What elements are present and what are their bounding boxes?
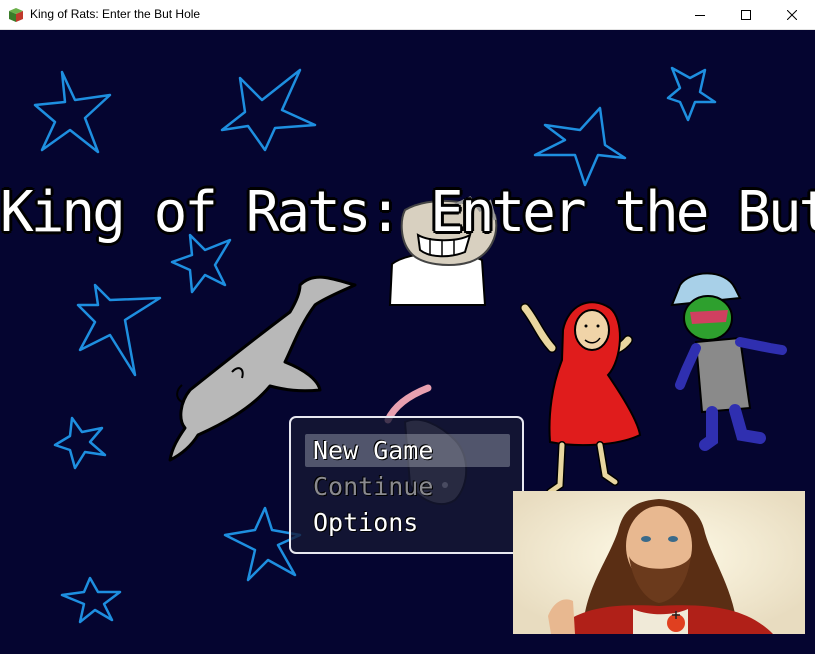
green-face-guy-doodle [670,272,787,451]
star-doodle [533,106,627,187]
close-icon [787,10,797,20]
star-doodle [60,576,122,624]
menu-item-new-game[interactable]: New Game [305,434,510,467]
star-doodle [666,66,717,122]
maximize-button[interactable] [723,0,769,30]
star-doodle [220,68,317,152]
maximize-icon [741,10,751,20]
star-doodle [76,283,162,377]
minimize-button[interactable] [677,0,723,30]
jesus-portrait-image [513,491,805,634]
minimize-icon [695,15,705,16]
close-button[interactable] [769,0,815,30]
game-title: King of Rats: Enter the But Hole [0,180,815,245]
window-titlebar[interactable]: King of Rats: Enter the But Hole [0,0,815,30]
title-menu: New Game Continue Options [289,416,524,554]
red-dress-woman-doodle [520,301,642,496]
game-canvas[interactable]: King of Rats: Enter the But Hole New Gam… [0,30,815,654]
window-title: King of Rats: Enter the But Hole [30,7,201,21]
star-doodle [53,416,107,470]
menu-item-options[interactable]: Options [305,506,510,539]
star-doodle [33,70,112,154]
app-icon [9,8,23,22]
menu-item-continue[interactable]: Continue [305,470,510,503]
